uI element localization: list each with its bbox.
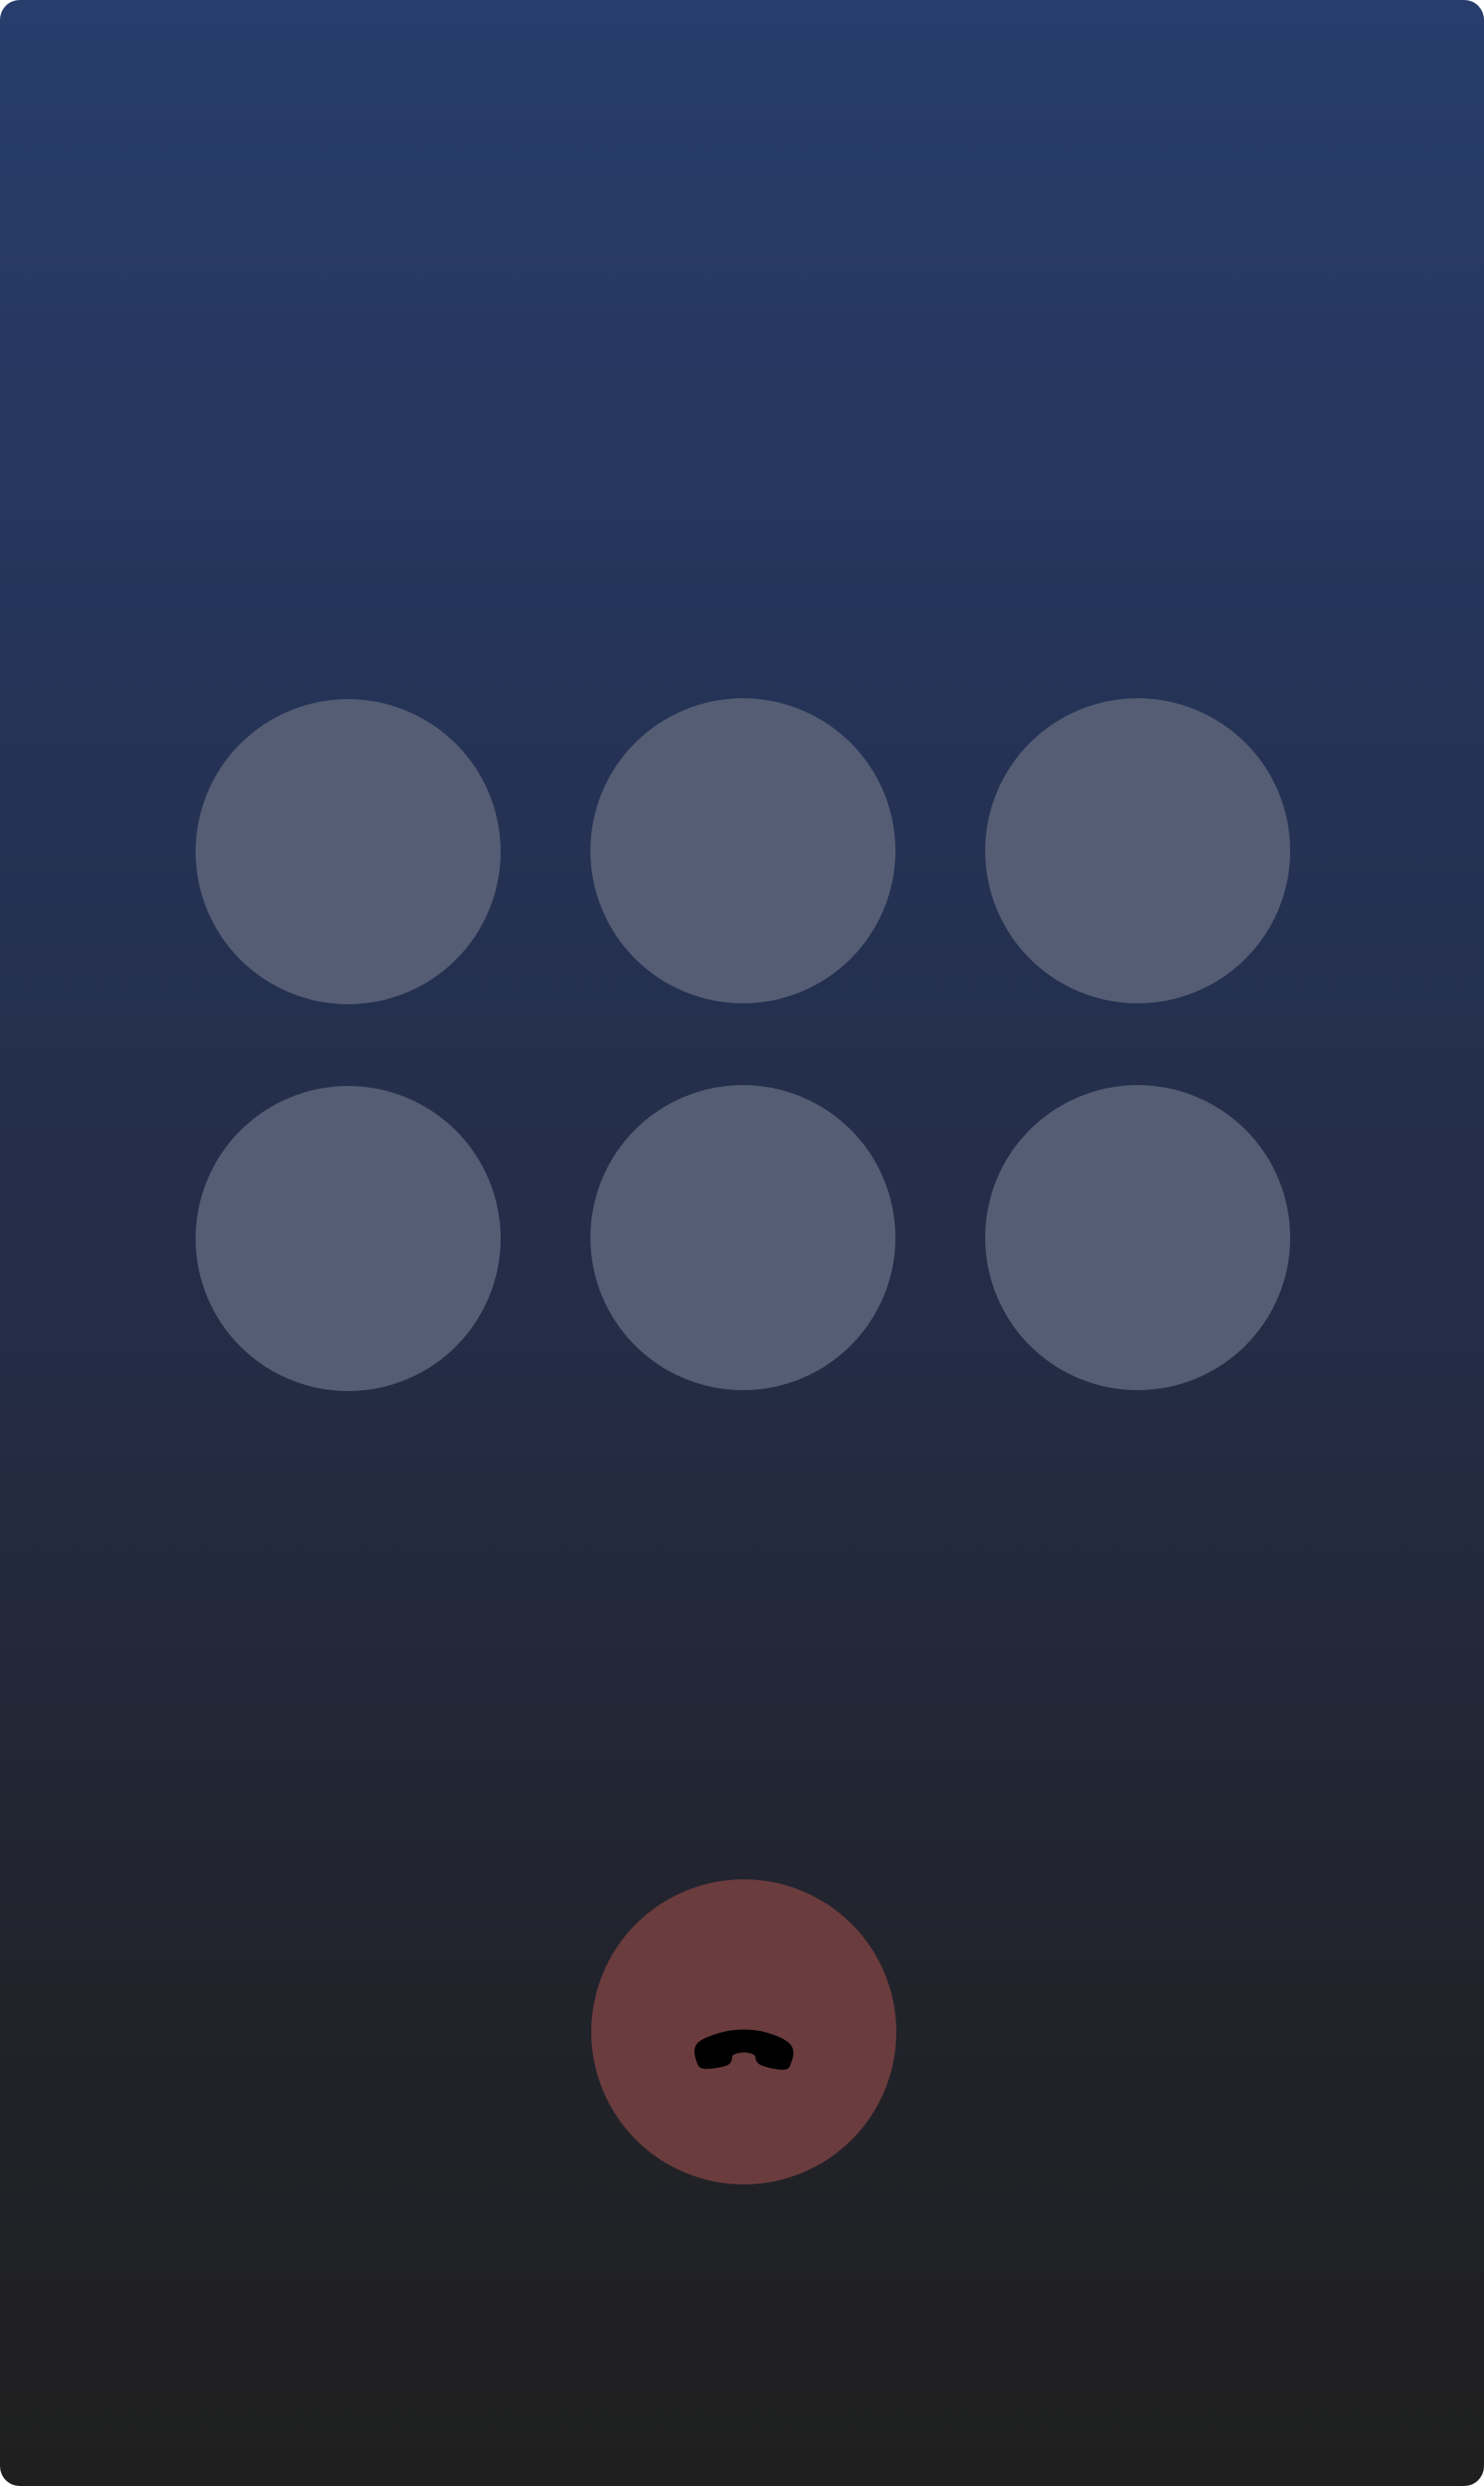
call-control-button-4[interactable] — [196, 1086, 501, 1391]
call-control-button-2[interactable] — [590, 698, 895, 1003]
call-control-button-1[interactable] — [196, 699, 501, 1004]
call-control-button-5[interactable] — [590, 1085, 895, 1390]
call-control-button-3[interactable] — [985, 698, 1290, 1003]
end-call-button[interactable] — [591, 1879, 896, 2184]
call-control-button-6[interactable] — [985, 1085, 1290, 1390]
phone-hangup-icon — [694, 2029, 794, 2070]
in-call-screen — [0, 0, 1484, 2486]
